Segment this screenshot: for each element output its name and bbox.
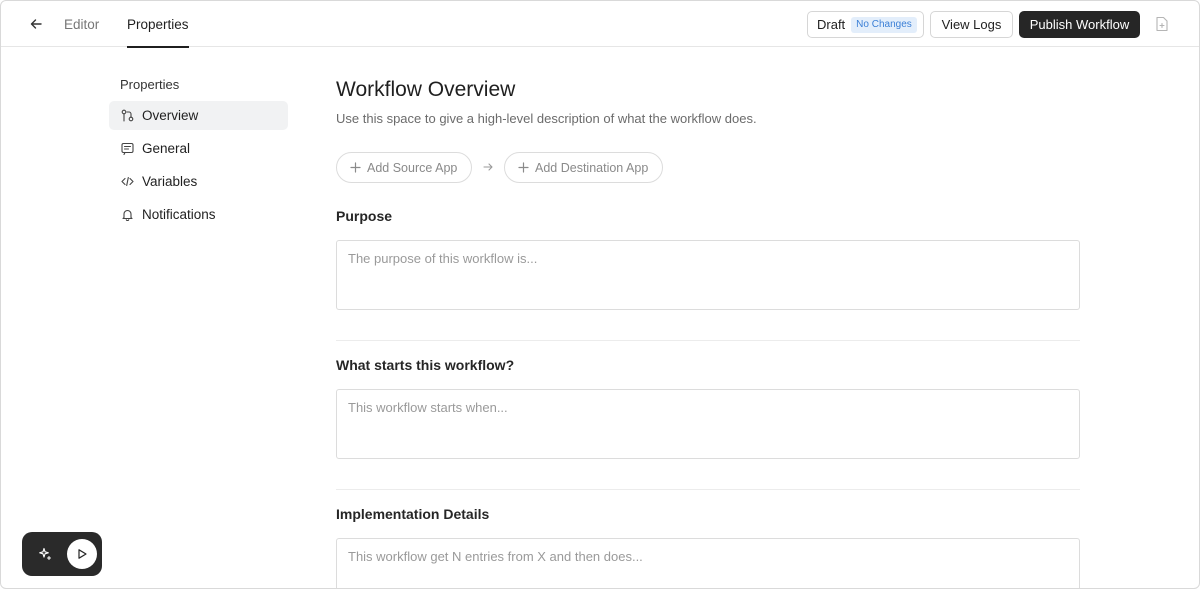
page-description: Use this space to give a high-level desc… [336,111,757,126]
app-window: Editor Properties Draft No Changes View … [0,0,1200,589]
plus-icon [350,162,361,173]
trigger-label: What starts this workflow? [336,357,515,373]
status-badge: No Changes [851,16,917,33]
page-title: Workflow Overview [336,78,516,101]
trigger-field[interactable] [336,389,1080,459]
purpose-label: Purpose [336,208,393,224]
implementation-label: Implementation Details [336,506,490,522]
draft-status: Draft No Changes [807,11,924,38]
sparkle-icon [39,547,52,561]
purpose-field[interactable] [336,240,1080,310]
message-icon [121,142,134,155]
sidebar-item-label: General [142,141,191,156]
add-source-app-label: Add Source App [367,160,458,175]
tab-editor[interactable]: Editor [64,1,99,47]
tab-properties[interactable]: Properties [127,1,189,48]
bell-icon [122,209,133,221]
ai-assist-button[interactable] [31,540,59,568]
publish-workflow-button[interactable]: Publish Workflow [1019,11,1140,38]
code-icon [121,176,134,187]
sidebar-item-general[interactable]: General [109,134,288,163]
run-button[interactable] [67,539,97,569]
draft-label: Draft [817,17,846,32]
flow-icon [121,109,134,122]
back-button[interactable] [25,13,47,35]
section-divider [336,489,1080,490]
implementation-field[interactable] [336,538,1080,588]
add-source-app-button[interactable]: Add Source App [336,152,472,183]
sidebar-item-label: Overview [142,108,199,123]
top-bar: Editor Properties Draft No Changes View … [1,1,1199,48]
sidebar-item-label: Variables [142,174,198,189]
view-logs-button[interactable]: View Logs [930,11,1013,38]
add-destination-app-button[interactable]: Add Destination App [504,152,663,183]
sidebar-item-variables[interactable]: Variables [109,167,288,196]
arrow-left-icon [30,19,42,29]
sidebar-heading: Properties [120,77,180,92]
tab-editor-label: Editor [64,16,100,32]
sidebar-item-label: Notifications [142,207,216,222]
sidebar-item-notifications[interactable]: Notifications [109,200,288,229]
add-destination-app-label: Add Destination App [535,160,649,175]
arrow-right-icon [483,163,493,171]
plus-icon [518,162,529,173]
tab-properties-label: Properties [127,16,189,32]
sidebar-item-overview[interactable]: Overview [109,101,288,130]
play-icon [78,549,87,559]
document-icon[interactable] [1155,16,1169,32]
section-divider [336,340,1080,341]
floating-toolbar [22,532,102,576]
